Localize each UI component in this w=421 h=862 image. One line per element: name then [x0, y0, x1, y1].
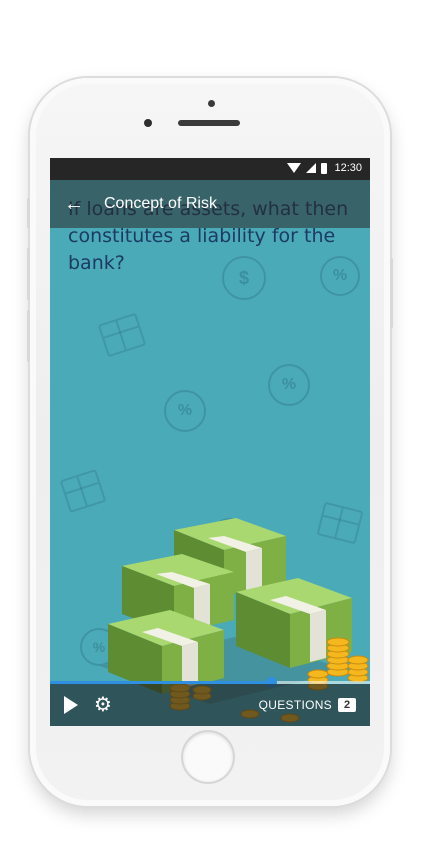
battery-icon	[321, 162, 328, 174]
gift-icon	[59, 468, 107, 514]
cell-signal-icon	[306, 163, 317, 173]
player-controls: ⚙ QUESTIONS 2	[50, 684, 370, 726]
wifi-icon	[287, 163, 302, 173]
questions-label: QUESTIONS	[258, 698, 332, 712]
power-button	[390, 258, 393, 328]
app-bar: ← Concept of Risk	[50, 180, 370, 228]
gift-icon	[97, 312, 147, 358]
phone-screen: $ % % % % % 12:30 If loans are assets, w…	[50, 158, 370, 726]
page-title: Concept of Risk	[104, 195, 217, 212]
page: $ % % % % % 12:30 If loans are assets, w…	[0, 0, 421, 862]
front-camera	[144, 119, 152, 127]
earpiece-speaker	[178, 120, 240, 126]
percent-badge-icon: %	[268, 364, 310, 406]
status-time: 12:30	[334, 162, 362, 174]
mute-switch	[27, 198, 30, 228]
questions-button[interactable]: QUESTIONS 2	[259, 698, 356, 712]
questions-count-badge: 2	[338, 698, 356, 712]
arrow-left-icon[interactable]: ←	[64, 194, 92, 214]
volume-down-button	[27, 310, 30, 362]
percent-badge-icon: %	[164, 390, 206, 432]
play-icon[interactable]	[64, 696, 78, 714]
volume-up-button	[27, 248, 30, 300]
status-bar: 12:30	[50, 158, 370, 180]
proximity-sensor	[208, 100, 215, 107]
home-button[interactable]	[183, 732, 233, 782]
gear-icon[interactable]: ⚙	[94, 695, 112, 715]
